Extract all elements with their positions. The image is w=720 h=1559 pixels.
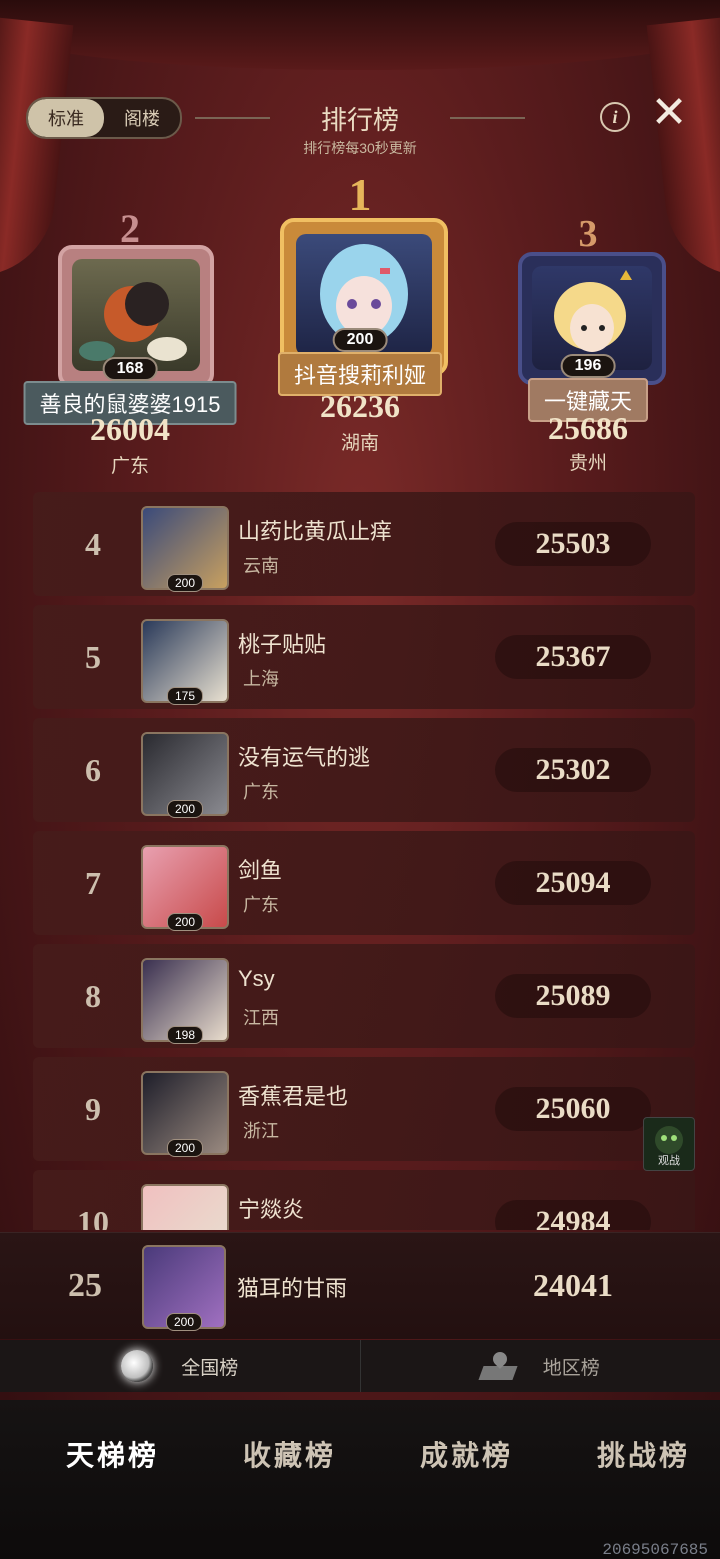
spectate-label: 观战 bbox=[658, 1155, 680, 1167]
player-region: 广东 bbox=[243, 782, 279, 802]
ranking-row[interactable]: 7 200 剑鱼 广东 25094 bbox=[33, 831, 695, 935]
nav-collection[interactable]: 收藏榜 bbox=[243, 1434, 336, 1474]
player-score: 25060 bbox=[495, 1087, 651, 1131]
ranking-row[interactable]: 9 200 香蕉君是也 浙江 25060 bbox=[33, 1057, 695, 1161]
tab-regional-label: 地区榜 bbox=[542, 1357, 600, 1379]
row-rank: 25 bbox=[68, 1267, 102, 1304]
level-badge: 200 bbox=[166, 800, 204, 818]
page-subtitle: 排行榜每30秒更新 bbox=[303, 140, 417, 156]
podium-rank-number: 1 bbox=[348, 169, 372, 220]
player-score: 24041 bbox=[533, 1266, 613, 1303]
podium-third[interactable]: 3 196 一键藏天 25686 贵州 bbox=[488, 212, 688, 474]
row-rank: 10 bbox=[77, 1203, 109, 1231]
row-rank: 4 bbox=[85, 525, 101, 562]
player-name: Ysy bbox=[238, 966, 275, 991]
player-region: 湖南 bbox=[340, 433, 379, 454]
player-score: 26004 bbox=[90, 411, 170, 447]
avatar: 175 bbox=[141, 619, 229, 705]
level-badge: 198 bbox=[166, 1026, 204, 1044]
row-rank: 9 bbox=[85, 1090, 101, 1127]
ranking-row[interactable]: 10 200 宁燚炎 24984 bbox=[33, 1170, 695, 1230]
player-region: 贵州 bbox=[568, 453, 607, 474]
tab-national[interactable]: 全国榜 bbox=[0, 1340, 360, 1392]
avatar: 200 bbox=[141, 1184, 229, 1230]
player-score: 25686 bbox=[548, 410, 628, 446]
close-icon[interactable]: ✕ bbox=[648, 91, 690, 135]
podium-second[interactable]: 2 168 善良的鼠婆婆1915 26004 广东 bbox=[23, 205, 237, 477]
spectate-character-icon bbox=[655, 1126, 683, 1154]
map-pin-icon bbox=[481, 1352, 515, 1380]
nav-challenge[interactable]: 挑战榜 bbox=[597, 1434, 690, 1474]
tab-regional[interactable]: 地区榜 bbox=[359, 1340, 720, 1392]
player-name: 山药比黄瓜止痒 bbox=[238, 519, 393, 544]
bottom-nav: 天梯榜 收藏榜 成就榜 挑战榜 20695067685 bbox=[0, 1400, 720, 1559]
player-region: 云南 bbox=[243, 556, 279, 576]
my-ranking-row[interactable]: 25 200 猫耳的甘雨 24041 bbox=[0, 1232, 720, 1339]
row-rank: 5 bbox=[85, 638, 101, 675]
level-badge: 200 bbox=[332, 328, 388, 352]
player-score: 25503 bbox=[495, 522, 651, 566]
row-rank: 8 bbox=[85, 977, 101, 1014]
level-badge: 196 bbox=[560, 354, 616, 378]
player-name: 香蕉君是也 bbox=[238, 1084, 349, 1109]
player-score: 25094 bbox=[495, 861, 651, 905]
player-region: 浙江 bbox=[243, 1121, 279, 1141]
row-rank: 7 bbox=[85, 864, 101, 901]
ranking-row[interactable]: 5 175 桃子贴贴 上海 25367 bbox=[33, 605, 695, 709]
footer-id: 20695067685 bbox=[602, 1541, 708, 1559]
player-score: 25302 bbox=[495, 748, 651, 792]
level-badge: 175 bbox=[166, 687, 204, 705]
player-score: 25089 bbox=[495, 974, 651, 1018]
podium-first[interactable]: 1 200 抖音搜莉利娅 26236 湖南 bbox=[255, 168, 465, 458]
ranking-row[interactable]: 4 200 山药比黄瓜止痒 云南 25503 bbox=[33, 492, 695, 596]
level-badge: 200 bbox=[166, 574, 204, 592]
avatar: 200 bbox=[142, 1245, 226, 1331]
player-region: 上海 bbox=[243, 669, 279, 689]
player-region: 江西 bbox=[243, 1008, 279, 1028]
player-score: 26236 bbox=[320, 388, 400, 424]
spectate-button[interactable]: 观战 bbox=[643, 1117, 695, 1171]
player-score: 25367 bbox=[495, 635, 651, 679]
player-region: 广东 bbox=[243, 895, 279, 915]
avatar: 200 bbox=[141, 732, 229, 818]
podium-rank-number: 3 bbox=[578, 213, 598, 255]
nav-ladder[interactable]: 天梯榜 bbox=[66, 1434, 159, 1474]
ranking-row[interactable]: 6 200 没有运气的逃 广东 25302 bbox=[33, 718, 695, 822]
nav-achievement[interactable]: 成就榜 bbox=[420, 1434, 513, 1474]
player-name: 没有运气的逃 bbox=[238, 745, 371, 770]
ranking-list[interactable]: 4 200 山药比黄瓜止痒 云南 25503 5 175 桃子贴贴 上海 253… bbox=[33, 492, 695, 1230]
player-region: 广东 bbox=[110, 456, 149, 477]
avatar-character-icon bbox=[79, 282, 187, 361]
level-badge: 200 bbox=[165, 1313, 203, 1331]
avatar: 200 bbox=[141, 1071, 229, 1157]
player-name: 宁燚炎 bbox=[238, 1197, 305, 1222]
level-badge: 200 bbox=[166, 1139, 204, 1157]
avatar: 200 bbox=[141, 845, 229, 931]
player-name: 桃子贴贴 bbox=[238, 632, 327, 657]
tab-national-label: 全国榜 bbox=[181, 1357, 239, 1379]
row-rank: 6 bbox=[85, 751, 101, 788]
level-badge: 200 bbox=[166, 913, 204, 931]
player-score: 24984 bbox=[495, 1200, 651, 1230]
avatar: 200 bbox=[141, 506, 229, 592]
player-name: 剑鱼 bbox=[238, 858, 283, 883]
scope-tabs: 全国榜 地区榜 bbox=[0, 1340, 720, 1392]
avatar: 198 bbox=[141, 958, 229, 1044]
avatar bbox=[72, 259, 200, 371]
globe-icon bbox=[121, 1350, 154, 1382]
player-name: 猫耳的甘雨 bbox=[237, 1276, 348, 1301]
level-badge: 168 bbox=[102, 357, 158, 381]
info-icon[interactable]: i bbox=[600, 102, 630, 132]
ranking-row[interactable]: 8 198 Ysy 江西 25089 bbox=[33, 944, 695, 1048]
